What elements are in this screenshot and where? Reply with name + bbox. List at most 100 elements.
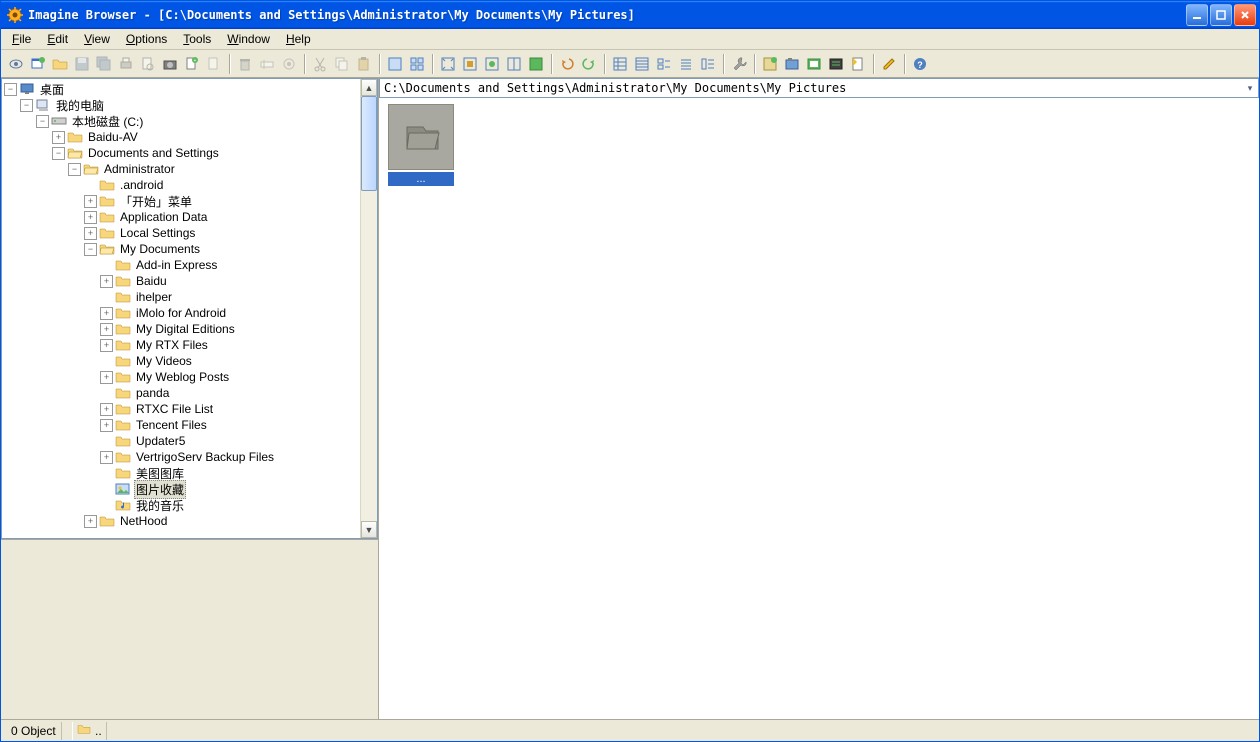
tree-myvideos[interactable]: My Videos	[134, 354, 194, 368]
scroll-up-icon[interactable]: ▲	[361, 79, 377, 96]
titlebar: Imagine Browser - [C:\Documents and Sett…	[1, 1, 1259, 29]
folder-icon[interactable]	[49, 53, 71, 75]
thumbnail-label: ...	[388, 172, 454, 186]
edit-icon[interactable]	[878, 53, 900, 75]
tree-desktop[interactable]: 桌面	[38, 81, 66, 98]
zoom-in-icon[interactable]	[481, 53, 503, 75]
delete-icon[interactable]	[234, 53, 256, 75]
new-doc-icon[interactable]: +	[181, 53, 203, 75]
tree-nethood[interactable]: NetHood	[118, 514, 169, 528]
settings-icon[interactable]	[278, 53, 300, 75]
tree-hdd[interactable]: 本地磁盘 (C:)	[70, 113, 145, 130]
tree-mymusic[interactable]: 我的音乐	[134, 497, 186, 514]
layout-full-icon[interactable]	[525, 53, 547, 75]
tree-updater[interactable]: Updater5	[134, 434, 187, 448]
rename-icon[interactable]	[256, 53, 278, 75]
tree-mde[interactable]: My Digital Editions	[134, 322, 237, 336]
minimize-button[interactable]	[1186, 4, 1208, 26]
tree-localset[interactable]: Local Settings	[118, 226, 197, 240]
address-bar[interactable]: C:\Documents and Settings\Administrator\…	[379, 78, 1259, 98]
tool-d-icon[interactable]	[825, 53, 847, 75]
tree-weblog[interactable]: My Weblog Posts	[134, 370, 231, 384]
close-button[interactable]	[1234, 4, 1256, 26]
help-icon[interactable]: ?	[909, 53, 931, 75]
folder-tree[interactable]: −桌面 −我的电脑 −本地磁盘 (C:) +Baidu-AV −Document…	[2, 79, 360, 538]
folder-icon	[77, 723, 91, 738]
copy-icon[interactable]	[331, 53, 353, 75]
menubar: File Edit View Options Tools Window Help	[1, 29, 1259, 50]
view-icon[interactable]	[5, 53, 27, 75]
scroll-down-icon[interactable]: ▼	[361, 521, 377, 538]
folder-icon	[99, 226, 115, 240]
zoom-fit-icon[interactable]	[437, 53, 459, 75]
thumbnail-area[interactable]: ...	[379, 98, 1259, 719]
chevron-down-icon[interactable]: ▾	[1242, 83, 1258, 94]
tree-ihelper[interactable]: ihelper	[134, 290, 174, 304]
camera-icon[interactable]	[159, 53, 181, 75]
new-window-icon[interactable]	[27, 53, 49, 75]
tree-panda[interactable]: panda	[134, 386, 171, 400]
hdd-icon	[51, 114, 67, 128]
thumbnail-item[interactable]: ...	[385, 104, 457, 189]
tree-docset[interactable]: Documents and Settings	[86, 146, 221, 160]
tree-admin[interactable]: Administrator	[102, 162, 177, 176]
folder-icon	[115, 258, 131, 272]
list-view5-icon[interactable]	[697, 53, 719, 75]
rotate-left-icon[interactable]	[556, 53, 578, 75]
scroll-thumb[interactable]	[361, 96, 377, 191]
tool-c-icon[interactable]	[803, 53, 825, 75]
rotate-right-icon[interactable]	[578, 53, 600, 75]
status-path-cell: ..	[72, 722, 107, 740]
print-icon[interactable]	[115, 53, 137, 75]
preview-icon[interactable]	[137, 53, 159, 75]
menu-view[interactable]: View	[77, 30, 117, 48]
tree-startmenu[interactable]: 「开始」菜单	[118, 193, 194, 210]
list-view2-icon[interactable]	[631, 53, 653, 75]
tree-baidu[interactable]: Baidu	[134, 274, 169, 288]
tree-vertrigo[interactable]: VertrigoServ Backup Files	[134, 450, 276, 464]
maximize-button[interactable]	[1210, 4, 1232, 26]
tree-scrollbar[interactable]: ▲ ▼	[360, 79, 377, 538]
tree-appdata[interactable]: Application Data	[118, 210, 209, 224]
statusbar: 0 Object ..	[1, 719, 1259, 741]
folder-icon	[115, 450, 131, 464]
menu-window[interactable]: Window	[220, 30, 277, 48]
folder-icon	[99, 514, 115, 528]
tree-addin[interactable]: Add-in Express	[134, 258, 219, 272]
thumb-small-icon[interactable]	[406, 53, 428, 75]
layout-split-icon[interactable]	[503, 53, 525, 75]
paste-doc-icon[interactable]	[203, 53, 225, 75]
tree-baiduav[interactable]: Baidu-AV	[86, 130, 140, 144]
folder-icon	[115, 274, 131, 288]
tree-tencent[interactable]: Tencent Files	[134, 418, 209, 432]
folder-icon	[99, 194, 115, 208]
tree-mycomputer[interactable]: 我的电脑	[54, 97, 106, 114]
folder-icon	[115, 434, 131, 448]
tree-rtxc[interactable]: RTXC File List	[134, 402, 215, 416]
save-icon[interactable]	[71, 53, 93, 75]
list-view1-icon[interactable]	[609, 53, 631, 75]
saveall-icon[interactable]	[93, 53, 115, 75]
paste-icon[interactable]	[353, 53, 375, 75]
cut-icon[interactable]	[309, 53, 331, 75]
list-view4-icon[interactable]	[675, 53, 697, 75]
menu-tools[interactable]: Tools	[176, 30, 218, 48]
menu-help[interactable]: Help	[279, 30, 318, 48]
tool-b-icon[interactable]	[781, 53, 803, 75]
menu-options[interactable]: Options	[119, 30, 174, 48]
menu-edit[interactable]: Edit	[40, 30, 75, 48]
thumb-large-icon[interactable]	[384, 53, 406, 75]
tree-mydocs[interactable]: My Documents	[118, 242, 202, 256]
pictures-icon	[115, 482, 131, 496]
list-view3-icon[interactable]	[653, 53, 675, 75]
tool-wrench-icon[interactable]	[728, 53, 750, 75]
zoom-actual-icon[interactable]	[459, 53, 481, 75]
folder-icon	[115, 338, 131, 352]
menu-file[interactable]: File	[5, 30, 38, 48]
window-title: Imagine Browser - [C:\Documents and Sett…	[28, 8, 1186, 22]
tool-a-icon[interactable]	[759, 53, 781, 75]
tree-rtx[interactable]: My RTX Files	[134, 338, 210, 352]
tree-imolo[interactable]: iMolo for Android	[134, 306, 228, 320]
tool-e-icon[interactable]	[847, 53, 869, 75]
tree-android[interactable]: .android	[118, 178, 165, 192]
